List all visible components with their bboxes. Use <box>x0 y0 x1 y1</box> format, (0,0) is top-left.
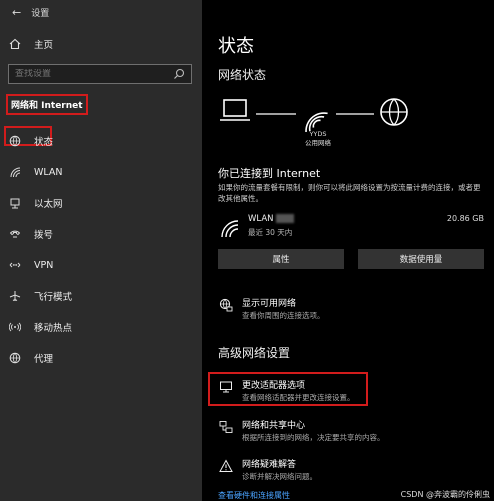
adapter-icon <box>218 380 234 396</box>
troubleshooter-link[interactable]: 网络疑难解答 诊断并解决网络问题。 <box>218 459 317 482</box>
main-panel: 状态 网络状态 YYDS 公用网络 你已连接到 Internet 如果你的流量套… <box>202 0 494 501</box>
adapter-options-title: 更改适配器选项 <box>242 381 306 391</box>
sidebar-item-label: WLAN <box>34 166 63 178</box>
hardware-properties-link[interactable]: 查看硬件和连接属性 <box>218 490 290 501</box>
connection-description: 如果你的流量套餐有限制，则你可以将此网络设置为按流量计费的连接，或者更改其他属性… <box>218 183 481 203</box>
wifi-icon <box>8 165 22 179</box>
network-type: 公用网络 <box>305 139 331 147</box>
sharing-center-title: 网络和共享中心 <box>242 421 306 431</box>
home-icon <box>8 37 22 51</box>
page-title: 状态 <box>218 36 254 57</box>
watermark: CSDN @奔波霸的伶俐虫 <box>400 490 490 499</box>
airplane-icon <box>8 289 22 303</box>
advanced-settings-heading: 高级网络设置 <box>218 346 291 360</box>
ethernet-icon <box>8 196 22 210</box>
sidebar-item-airplane[interactable]: 飞行模式 <box>8 288 72 304</box>
show-networks-desc: 查看你周围的连接选项。 <box>242 311 325 320</box>
warning-icon <box>218 459 234 475</box>
sidebar-item-proxy[interactable]: 代理 <box>8 350 53 366</box>
sharing-center-link[interactable]: 网络和共享中心 根据所连接到的网络，决定要共享的内容。 <box>218 420 385 443</box>
sidebar-item-hotspot[interactable]: 移动热点 <box>8 319 72 335</box>
globe-icon <box>8 351 22 365</box>
sidebar-item-label: VPN <box>34 259 54 271</box>
troubleshooter-title: 网络疑难解答 <box>242 460 297 470</box>
properties-button[interactable]: 属性 <box>218 249 344 269</box>
sidebar-item-vpn[interactable]: VPN <box>8 257 53 273</box>
adapter-options-desc: 查看网络适配器并更改连接设置。 <box>242 393 355 402</box>
sidebar-category-heading: 网络和 Internet <box>6 94 88 115</box>
sidebar: ← 设置 主页 网络和 Internet 状态 WLAN 以太网 <box>0 0 202 501</box>
data-usage-button[interactable]: 数据使用量 <box>358 249 484 269</box>
sidebar-item-label: 状态 <box>34 137 54 148</box>
wifi-icon <box>221 220 239 238</box>
sharing-center-icon <box>218 420 234 436</box>
sidebar-item-ethernet[interactable]: 以太网 <box>8 195 63 211</box>
hotspot-icon <box>8 320 22 334</box>
sidebar-home-label: 主页 <box>34 40 54 51</box>
globe-status-icon <box>8 134 22 148</box>
wifi-network-icon <box>305 112 328 132</box>
title-bar: ← 设置 <box>12 6 49 19</box>
dialup-icon <box>8 227 22 241</box>
sidebar-item-status[interactable]: 状态 <box>8 133 53 149</box>
wlan-period: 最近 30 天内 <box>248 228 293 237</box>
sidebar-item-label: 以太网 <box>34 199 63 210</box>
sidebar-item-label: 移动热点 <box>34 323 73 334</box>
back-arrow-icon[interactable]: ← <box>12 6 21 19</box>
search-box[interactable] <box>8 64 192 84</box>
redacted-ssid <box>275 214 294 223</box>
network-name: YYDS <box>309 130 327 138</box>
network-label: YYDS 公用网络 <box>298 130 338 148</box>
wlan-name-row: WLAN <box>248 214 294 224</box>
network-status-heading: 网络状态 <box>218 68 267 82</box>
troubleshooter-desc: 诊断并解决网络问题。 <box>242 472 317 481</box>
adapter-options-link[interactable]: 更改适配器选项 查看网络适配器并更改连接设置。 <box>218 380 355 403</box>
sidebar-item-label: 代理 <box>34 354 54 365</box>
sharing-center-desc: 根据所连接到的网络，决定要共享的内容。 <box>242 433 385 442</box>
sidebar-item-home[interactable]: 主页 <box>8 36 53 52</box>
internet-globe-icon <box>380 98 408 126</box>
window-title: 设置 <box>31 9 50 19</box>
show-networks-icon <box>218 298 234 314</box>
show-networks-link[interactable]: 显示可用网络 查看你周围的连接选项。 <box>218 298 325 321</box>
connection-title: 你已连接到 Internet <box>218 167 321 180</box>
search-input[interactable] <box>15 69 165 79</box>
wlan-connection-row: WLAN 最近 30 天内 20.86 GB <box>218 214 484 242</box>
wlan-data-usage: 20.86 GB <box>446 214 484 223</box>
sidebar-item-label: 拨号 <box>34 230 54 241</box>
sidebar-item-dialup[interactable]: 拨号 <box>8 226 53 242</box>
wlan-name: WLAN <box>248 214 274 224</box>
show-networks-title: 显示可用网络 <box>242 299 297 309</box>
sidebar-item-wlan[interactable]: WLAN <box>8 164 63 180</box>
laptop-icon <box>220 99 250 121</box>
search-icon[interactable] <box>173 68 185 80</box>
vpn-icon <box>8 258 22 272</box>
sidebar-item-label: 飞行模式 <box>34 292 73 303</box>
